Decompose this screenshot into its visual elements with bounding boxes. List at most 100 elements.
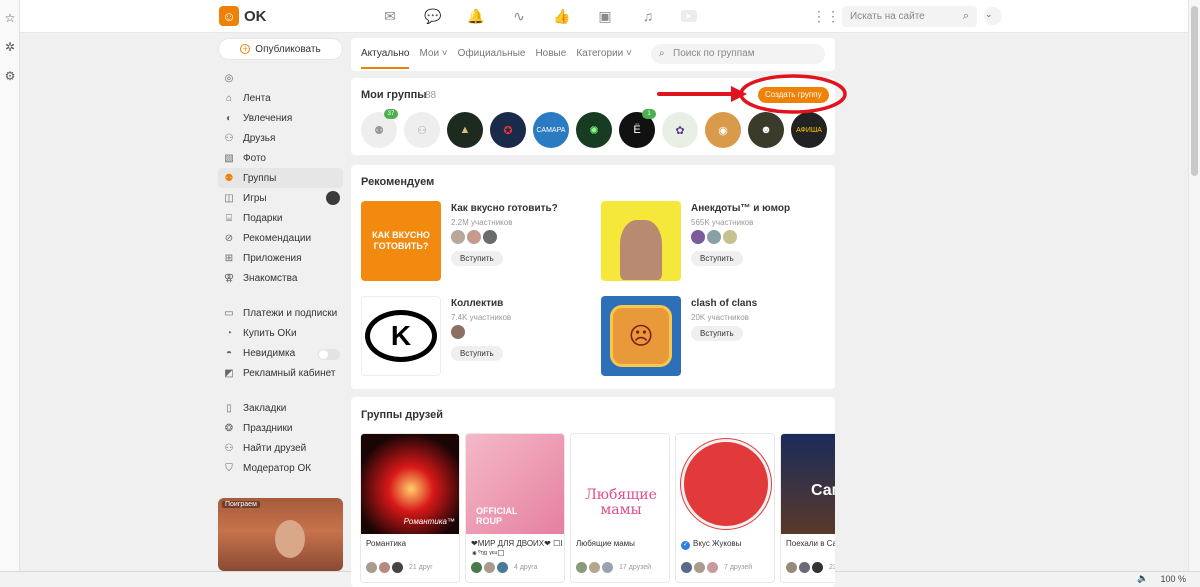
invisible-toggle[interactable] (318, 349, 340, 360)
tab-categories[interactable]: Категории ˅ (576, 48, 632, 59)
rec-group-item[interactable]: Анекдоты™ и юмор 565K участников Вступит… (601, 201, 831, 281)
rec-group-thumb[interactable]: ☹ (601, 296, 681, 376)
group-search-input[interactable]: ⌕ Поиск по группам (651, 44, 825, 64)
search-icon[interactable]: ⌕ (963, 6, 969, 27)
nav-divider (218, 383, 343, 398)
sidebar-item-apps[interactable]: ⊞ Приложения (218, 248, 343, 268)
sidebar-item-feed[interactable]: ⌂ Лента (218, 88, 343, 108)
friend-group-friends: 21 друг (366, 562, 433, 573)
friend-group-name[interactable]: Любящие мамы (576, 539, 668, 549)
chevron-down-icon[interactable]: ⌄ (985, 9, 993, 20)
sidebar-item-gifts[interactable]: ⌸ Подарки (218, 208, 343, 228)
group-circle[interactable]: Ё1 (619, 109, 656, 148)
friend-group-image[interactable]: OFFICIAL ROUP (466, 434, 564, 534)
my-groups-title[interactable]: Мои группы (361, 89, 427, 101)
rec-group-thumb[interactable] (601, 201, 681, 281)
plus-icon: + (240, 44, 251, 54)
friend-group-image[interactable]: Романтика™ (361, 434, 459, 534)
sidebar-photo-card[interactable]: Поиграем (218, 498, 343, 571)
scrollbar-thumb[interactable] (1191, 6, 1198, 176)
friend-group-card[interactable]: Сам Поехали в Са 23 (780, 433, 835, 583)
group-circle[interactable]: АФИША (791, 112, 827, 148)
bell-icon[interactable]: 🔔 (466, 7, 486, 25)
tab-official[interactable]: Официальные (458, 48, 526, 59)
verified-icon: ✓ (681, 541, 690, 550)
music-icon[interactable]: ♫ (638, 7, 658, 25)
rec-group-item[interactable]: ☹ clash of clans 20K участников Вступить (601, 296, 831, 376)
more-icon[interactable]: ▶ (681, 10, 697, 22)
mr-bean-face (620, 220, 662, 280)
friend-group-name[interactable]: ❤МИР ДЛЯ ДВОИХ❤ ☐I ⁕°ᵑᵍ ᵞᵋᵘ☐ (471, 539, 563, 559)
create-group-button[interactable]: Создать группу (758, 87, 829, 103)
sidebar-item-holidays[interactable]: ❂ Праздники (218, 418, 343, 438)
rec-group-name[interactable]: Анекдоты™ и юмор (691, 203, 790, 214)
friend-group-image[interactable]: Любящие мамы (571, 434, 669, 534)
group-circle[interactable]: ▲ (447, 112, 483, 148)
friend-group-name[interactable]: Поехали в Са (786, 539, 835, 549)
sidebar-item-bookmarks[interactable]: ▯ Закладки (218, 398, 343, 418)
tab-new[interactable]: Новые (535, 48, 566, 59)
group-circle[interactable]: ⚉ 37 (361, 109, 398, 148)
group-circle[interactable]: ✿ (662, 112, 698, 148)
sidebar-item-friends[interactable]: ⚇ Друзья (218, 128, 343, 148)
friend-group-image[interactable] (676, 434, 774, 534)
friend-group-name[interactable]: Романтика (366, 539, 458, 549)
sidebar-item-profile[interactable]: ◎ (218, 68, 343, 88)
rec-group-item[interactable]: КАК ВКУСНО ГОТОВИТЬ? Как вкусно готовить… (361, 201, 591, 281)
sidebar-item-recommendations[interactable]: ⊘ Рекомендации (218, 228, 343, 248)
group-circle[interactable]: ✪ (490, 112, 526, 148)
join-button[interactable]: Вступить (691, 326, 743, 341)
site-search-input[interactable]: Искать на сайте ⌕ (842, 6, 977, 27)
rec-group-name[interactable]: Как вкусно готовить? (451, 203, 558, 214)
mail-icon[interactable]: ✉ (380, 7, 400, 25)
group-circle[interactable]: ⚇ (404, 112, 440, 148)
extension-icon[interactable]: ✲ (0, 36, 20, 58)
settings-icon[interactable]: ⚙ (0, 65, 20, 87)
sidebar-item-hobbies[interactable]: ◐ Увлечения (218, 108, 343, 128)
rec-group-item[interactable]: K Коллектив 7.4K участников Вступить (361, 296, 591, 376)
friends-count: 7 друзей (724, 564, 753, 571)
friend-group-card[interactable]: OFFICIAL ROUP ❤МИР ДЛЯ ДВОИХ❤ ☐I ⁕°ᵑᵍ ᵞᵋ… (465, 433, 565, 583)
publish-button[interactable]: + Опубликовать (218, 38, 343, 60)
tab-actual[interactable]: Актуально (361, 48, 410, 69)
group-circle[interactable]: ✺ (576, 112, 612, 148)
friend-group-card[interactable]: Романтика™ Романтика 21 друг (360, 433, 460, 583)
sidebar-item-dating[interactable]: ⚢ Знакомства (218, 268, 343, 288)
friend-group-name[interactable]: ✓ Вкус Жуковы (681, 539, 773, 550)
sidebar-item-groups[interactable]: ⚉ Группы (218, 168, 343, 188)
sidebar-item-photo[interactable]: ▧ Фото (218, 148, 343, 168)
sidebar-item-find-friends[interactable]: ⚇ Найти друзей (218, 438, 343, 458)
join-button[interactable]: Вступить (451, 251, 503, 266)
likes-icon[interactable]: 👍 (552, 7, 572, 25)
group-circle[interactable]: ◉ (705, 112, 741, 148)
guests-icon[interactable]: ∿ (509, 7, 529, 25)
rec-group-thumb[interactable]: K (361, 296, 441, 376)
sidebar-item-label: Увлечения (243, 112, 293, 124)
join-button[interactable]: Вступить (451, 346, 503, 361)
zoom-level[interactable]: 100 % (1160, 574, 1186, 584)
page-scrollbar[interactable] (1188, 0, 1200, 571)
join-button[interactable]: Вступить (691, 251, 743, 266)
sound-icon[interactable]: 🔈 (1137, 573, 1148, 584)
video-icon[interactable]: ▣ (595, 7, 615, 25)
sidebar-item-moderator[interactable]: ⛉ Модератор ОК (218, 458, 343, 478)
sidebar-item-games[interactable]: ◫ Игры (218, 188, 343, 208)
sidebar-item-invisible[interactable]: ◓ Невидимка (218, 343, 343, 363)
friend-group-card[interactable]: ✓ Вкус Жуковы 7 друзей (675, 433, 775, 583)
rec-group-thumb[interactable]: КАК ВКУСНО ГОТОВИТЬ? (361, 201, 441, 281)
friend-group-card[interactable]: Любящие мамы Любящие мамы 17 друзей (570, 433, 670, 583)
star-icon[interactable]: ☆ (0, 7, 20, 29)
chat-icon[interactable]: 💬 (423, 7, 443, 25)
group-circle[interactable]: САМАРА (533, 112, 569, 148)
group-circle[interactable]: ☻ (748, 112, 784, 148)
tab-mine[interactable]: Мои ˅ (419, 48, 447, 59)
friend-group-image[interactable]: Сам (781, 434, 835, 534)
ok-logo[interactable]: ☺ OK (219, 6, 267, 26)
rec-group-name[interactable]: clash of clans (691, 298, 757, 309)
sidebar-item-ads[interactable]: ◩ Рекламный кабинет (218, 363, 343, 383)
sidebar-item-buy-oks[interactable]: ◔ Купить ОКи (218, 323, 343, 343)
home-icon: ⌂ (225, 92, 233, 104)
kollektiv-logo-text: K (390, 320, 412, 351)
sidebar-item-payments[interactable]: ▭ Платежи и подписки (218, 303, 343, 323)
rec-group-name[interactable]: Коллектив (451, 298, 503, 309)
